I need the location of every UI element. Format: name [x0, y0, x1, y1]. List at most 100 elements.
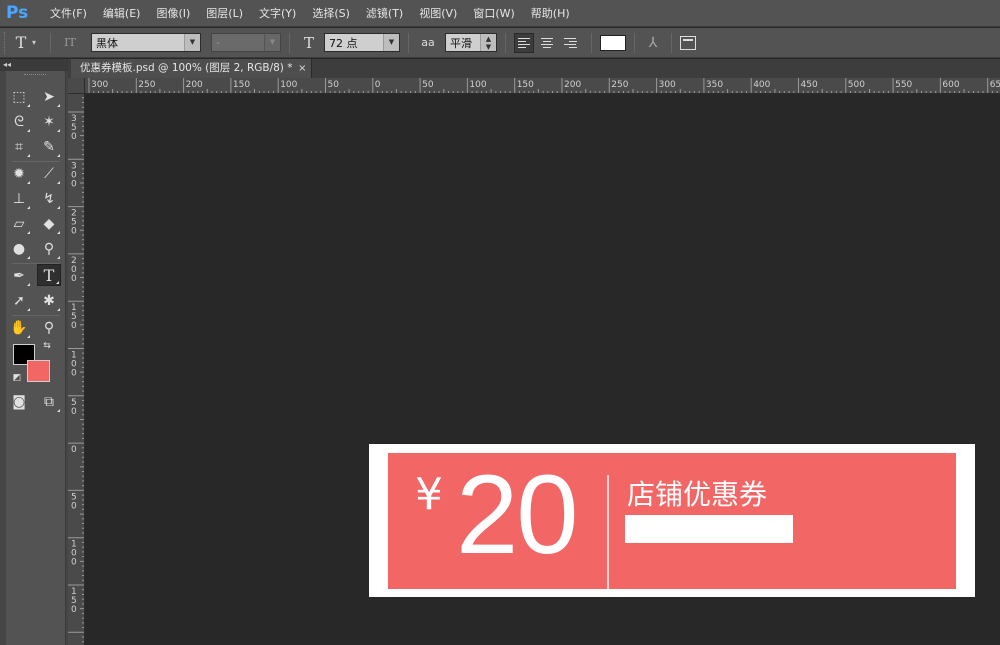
swap-colors-icon[interactable]: ⇆ — [40, 339, 54, 353]
menu-layer[interactable]: 图层(L) — [198, 0, 251, 27]
horizontal-ruler-ticks: 300 250 200 150 100 50 0 50 100 150 200 250 300 350 40… — [88, 78, 1000, 93]
toolbox-collapse-button[interactable]: ◂◂ — [0, 59, 68, 71]
pen-tool-icon[interactable]: ✒ — [7, 265, 31, 287]
vertical-ruler[interactable]: 35030025020015010050050100150 — [68, 94, 85, 645]
font-family-select[interactable]: 黑体 ▼ — [91, 33, 201, 52]
coupon-frame: ¥ 20 店铺优惠券 — [369, 444, 975, 597]
default-colors-icon[interactable]: ◩ — [10, 371, 24, 385]
font-family-value: 黑体 — [96, 36, 118, 50]
chevron-down-icon: ▼ — [383, 34, 399, 51]
ruler-label: 250 — [611, 80, 628, 90]
document-tab-title: 优惠券模板.psd @ 100% (图层 2, RGB/8) * — [80, 62, 293, 74]
coupon-divider — [607, 475, 609, 590]
ruler-label: 200 — [186, 80, 203, 90]
ruler-label: 0 — [71, 605, 77, 615]
chevron-down-icon: ▼ — [184, 34, 200, 51]
ruler-label: 0 — [71, 445, 77, 455]
tool-preset-caret-icon[interactable]: ▾ — [32, 38, 42, 47]
ruler-label: 0 — [71, 501, 77, 511]
eraser-tool-icon[interactable]: ▱ — [7, 213, 31, 235]
ruler-label: 600 — [942, 80, 959, 90]
menu-filter[interactable]: 滤镜(T) — [358, 0, 411, 27]
options-bar: T ▾ IT 黑体 ▼ - ▼ T 72 点 ▼ aa 平滑 ▲ ▼ ⅄ — [0, 28, 1000, 58]
text-orientation-icon[interactable]: IT — [59, 36, 81, 49]
photoshop-logo: Ps — [6, 3, 29, 23]
custom-shape-tool-icon[interactable]: ✱ — [37, 290, 61, 312]
vertical-ruler-ticks: 35030025020015010050050100150 — [68, 97, 84, 643]
clone-stamp-tool-icon[interactable]: ⊥ — [7, 188, 31, 210]
marquee-tool-icon[interactable]: ⬚ — [7, 86, 31, 108]
brush-tool-icon[interactable]: ⟋ — [37, 163, 61, 185]
ruler-label: 450 — [801, 80, 818, 90]
coupon-currency: ¥ — [415, 469, 443, 520]
toolbox: ⬚ ➤ ᘓ ✶ ⌗ ✎ ✹ ⟋ ⊥ ↯ ▱ ◆ ● ⚲ ✒ T ➚ ✱ ✋ ⚲ … — [6, 71, 66, 645]
character-panel-icon[interactable] — [680, 35, 696, 50]
menu-file[interactable]: 文件(F) — [42, 0, 95, 27]
paint-bucket-tool-icon[interactable]: ◆ — [37, 213, 61, 235]
separator — [12, 315, 60, 316]
ruler-label: 550 — [895, 80, 912, 90]
stepper-icon: ▲ ▼ — [480, 34, 496, 51]
ruler-label: 0 — [71, 132, 77, 142]
blur-tool-icon[interactable]: ● — [7, 238, 31, 260]
menu-view[interactable]: 视图(V) — [411, 0, 465, 27]
crop-tool-icon[interactable]: ⌗ — [7, 136, 31, 158]
chevron-down-icon: ▼ — [264, 34, 280, 51]
font-style-select[interactable]: - ▼ — [211, 33, 281, 52]
ruler-label: 0 — [71, 558, 77, 568]
ruler-label: 0 — [71, 369, 77, 379]
quick-mask-icon[interactable]: ◙ — [7, 391, 31, 413]
ruler-label: 200 — [564, 80, 581, 90]
antialias-select[interactable]: 平滑 ▲ ▼ — [445, 33, 497, 52]
coupon-body: ¥ 20 店铺优惠券 — [388, 452, 956, 590]
align-right-button[interactable] — [560, 33, 580, 53]
separator — [591, 32, 592, 53]
magic-wand-tool-icon[interactable]: ✶ — [37, 111, 61, 133]
screen-mode-icon[interactable]: ⧉ — [37, 391, 61, 413]
align-left-button[interactable] — [514, 32, 534, 53]
ruler-origin[interactable] — [68, 78, 85, 94]
toolbox-grip[interactable] — [24, 74, 46, 76]
close-icon[interactable]: × — [298, 59, 306, 78]
align-center-button[interactable] — [537, 33, 557, 53]
coupon-title: 店铺优惠券 — [627, 478, 768, 511]
antialias-icon: aa — [421, 36, 435, 49]
ruler-label: 100 — [469, 80, 486, 90]
menu-help[interactable]: 帮助(H) — [523, 0, 578, 27]
hand-tool-icon[interactable]: ✋ — [7, 317, 31, 339]
document-tab[interactable]: 优惠券模板.psd @ 100% (图层 2, RGB/8) * × — [71, 59, 312, 78]
menu-select[interactable]: 选择(S) — [304, 0, 358, 27]
history-brush-tool-icon[interactable]: ↯ — [37, 188, 61, 210]
dodge-tool-icon[interactable]: ⚲ — [37, 238, 61, 260]
type-tool-icon[interactable]: T — [37, 264, 61, 286]
background-color-swatch[interactable] — [27, 360, 50, 382]
menu-image[interactable]: 图像(I) — [148, 0, 198, 27]
ruler-label: 350 — [706, 80, 723, 90]
lasso-tool-icon[interactable]: ᘓ — [7, 111, 31, 133]
move-tool-icon[interactable]: ➤ — [37, 86, 61, 108]
ruler-label: 650 — [990, 80, 1000, 90]
healing-brush-tool-icon[interactable]: ✹ — [7, 163, 31, 185]
horizontal-ruler[interactable]: 300 250 200 150 100 50 0 50 100 150 200 250 300 350 40… — [85, 78, 1000, 94]
ruler-label: 0 — [71, 321, 77, 331]
ruler-label: 50 — [328, 80, 340, 90]
type-tool-icon[interactable]: T — [10, 33, 32, 52]
ruler-label: 300 — [659, 80, 676, 90]
ruler-label: 50 — [422, 80, 434, 90]
ruler-label: 500 — [848, 80, 865, 90]
coupon-amount: 20 — [456, 452, 579, 577]
separator — [505, 32, 506, 53]
ruler-label: 150 — [517, 80, 534, 90]
antialias-value: 平滑 — [450, 36, 472, 50]
path-selection-tool-icon[interactable]: ➚ — [7, 290, 31, 312]
ruler-label: 0 — [71, 179, 77, 189]
menu-edit[interactable]: 编辑(E) — [95, 0, 149, 27]
warp-text-icon[interactable]: ⅄ — [643, 35, 663, 51]
text-color-swatch[interactable] — [600, 34, 626, 51]
zoom-tool-icon[interactable]: ⚲ — [37, 317, 61, 339]
menu-window[interactable]: 窗口(W) — [465, 0, 522, 27]
font-size-select[interactable]: 72 点 ▼ — [324, 33, 400, 52]
eyedropper-tool-icon[interactable]: ✎ — [37, 136, 61, 158]
ruler-label: 150 — [233, 80, 250, 90]
menu-type[interactable]: 文字(Y) — [251, 0, 304, 27]
